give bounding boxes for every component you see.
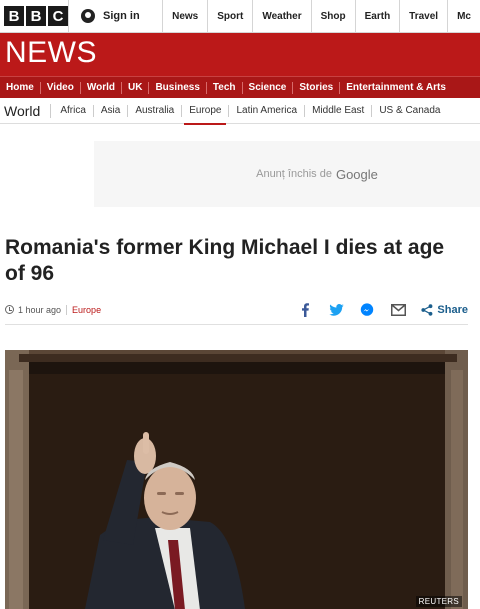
top-nav: News Sport Weather Shop Earth Travel Mc bbox=[163, 0, 480, 32]
section-nav-uk[interactable]: UK bbox=[122, 81, 150, 94]
user-icon bbox=[81, 9, 95, 23]
section-nav-science[interactable]: Science bbox=[243, 81, 294, 94]
signin-label: Sign in bbox=[103, 10, 140, 22]
section-nav-world[interactable]: World bbox=[81, 81, 122, 94]
top-nav-earth[interactable]: Earth bbox=[356, 0, 401, 32]
messenger-icon[interactable] bbox=[359, 302, 375, 318]
sub-nav-title[interactable]: World bbox=[4, 103, 52, 118]
section-nav-stories[interactable]: Stories bbox=[293, 81, 341, 94]
sub-nav-europe[interactable]: Europe bbox=[182, 104, 230, 125]
news-banner: NEWS bbox=[0, 33, 480, 76]
section-nav: Home Video World UK Business Tech Scienc… bbox=[0, 76, 480, 98]
share-tools: Share bbox=[297, 302, 468, 318]
article-meta: 1 hour ago Europe Share bbox=[5, 301, 468, 325]
sub-nav-middle-east[interactable]: Middle East bbox=[305, 104, 373, 117]
ad-placeholder: Anunț închis de Google bbox=[94, 141, 480, 207]
email-icon[interactable] bbox=[390, 302, 406, 318]
section-nav-business[interactable]: Business bbox=[149, 81, 207, 94]
share-button[interactable]: Share bbox=[421, 304, 468, 316]
top-nav-more[interactable]: Mc bbox=[448, 0, 480, 32]
article-section-link[interactable]: Europe bbox=[67, 305, 101, 315]
top-nav-shop[interactable]: Shop bbox=[312, 0, 356, 32]
world-sub-nav: World Africa Asia Australia Europe Latin… bbox=[0, 98, 480, 125]
twitter-icon[interactable] bbox=[328, 302, 344, 318]
section-nav-home[interactable]: Home bbox=[0, 81, 41, 94]
bbc-logo-letter: C bbox=[48, 6, 68, 26]
sub-nav-africa[interactable]: Africa bbox=[53, 104, 94, 117]
bbc-logo[interactable]: B B C bbox=[0, 0, 69, 32]
top-nav-weather[interactable]: Weather bbox=[253, 0, 312, 32]
signin-link[interactable]: Sign in bbox=[69, 0, 164, 32]
sub-nav-latin-america[interactable]: Latin America bbox=[229, 104, 306, 117]
article-headline: Romania's former King Michael I dies at … bbox=[5, 236, 445, 285]
top-nav-sport[interactable]: Sport bbox=[208, 0, 254, 32]
news-logo[interactable]: NEWS bbox=[5, 36, 97, 70]
bbc-top-bar: B B C Sign in News Sport Weather Shop Ea… bbox=[0, 0, 480, 33]
section-nav-video[interactable]: Video bbox=[41, 81, 81, 94]
top-nav-travel[interactable]: Travel bbox=[400, 0, 449, 32]
photo-credit: REUTERS bbox=[415, 596, 462, 607]
ad-provider: Google bbox=[335, 166, 378, 182]
facebook-icon[interactable] bbox=[297, 302, 313, 318]
section-nav-entertainment[interactable]: Entertainment & Arts bbox=[340, 82, 452, 94]
sub-nav-us-canada[interactable]: US & Canada bbox=[372, 105, 447, 117]
section-nav-tech[interactable]: Tech bbox=[207, 81, 243, 94]
article-timestamp: 1 hour ago bbox=[18, 304, 68, 315]
sub-nav-asia[interactable]: Asia bbox=[94, 104, 129, 117]
share-icon bbox=[421, 303, 433, 316]
photo-illustration bbox=[5, 350, 468, 609]
sub-nav-australia[interactable]: Australia bbox=[128, 104, 183, 117]
ad-closed-text: Anunț închis de bbox=[256, 168, 332, 180]
top-nav-news[interactable]: News bbox=[163, 0, 209, 32]
bbc-logo-letter: B bbox=[26, 6, 46, 26]
share-label: Share bbox=[437, 303, 468, 316]
bbc-logo-letter: B bbox=[4, 6, 24, 26]
clock-icon bbox=[5, 305, 14, 314]
article-photo[interactable]: REUTERS bbox=[5, 350, 468, 609]
